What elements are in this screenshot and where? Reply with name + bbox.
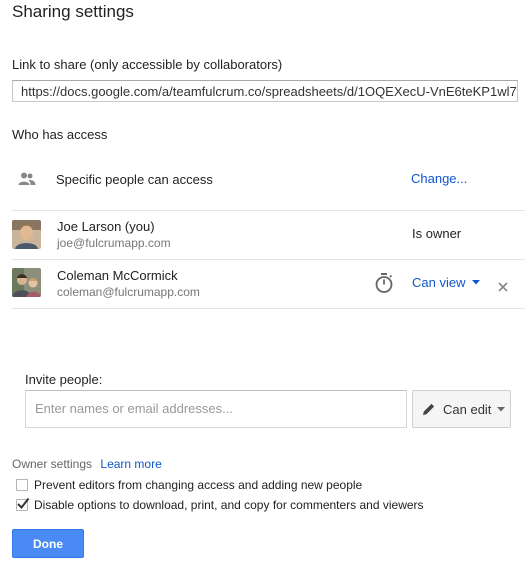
option-label: Disable options to download, print, and … <box>34 498 424 512</box>
checkmark-icon <box>17 497 30 510</box>
role-dropdown-label: Can view <box>412 275 466 290</box>
chevron-down-icon <box>497 406 506 411</box>
divider <box>12 259 525 260</box>
person-name: Coleman McCormick <box>57 268 178 283</box>
chevron-down-icon <box>472 280 481 285</box>
disable-download-option[interactable]: Disable options to download, print, and … <box>16 497 424 512</box>
invite-label: Invite people: <box>25 372 103 387</box>
learn-more-link[interactable]: Learn more <box>100 457 161 471</box>
person-email: coleman@fulcrumapp.com <box>57 285 200 299</box>
prevent-editors-checkbox[interactable] <box>16 479 28 491</box>
change-access-link[interactable]: Change... <box>411 171 467 186</box>
link-label: Link to share (only accessible by collab… <box>12 57 283 72</box>
disable-download-checkbox[interactable] <box>16 497 30 511</box>
owner-role-text: Is owner <box>412 226 462 241</box>
pencil-icon <box>423 403 435 415</box>
option-label: Prevent editors from changing access and… <box>34 478 363 492</box>
person-email: joe@fulcrumapp.com <box>57 236 171 250</box>
dialog-title: Sharing settings <box>12 2 134 21</box>
divider <box>12 210 525 211</box>
prevent-editors-option[interactable]: Prevent editors from changing access and… <box>16 478 362 492</box>
general-access-text: Specific people can access <box>56 172 213 187</box>
avatar <box>12 220 41 249</box>
avatar <box>12 268 41 297</box>
share-link-field[interactable]: https://docs.google.com/a/teamfulcrum.co… <box>12 80 518 102</box>
owner-settings-label: Owner settings <box>12 457 93 471</box>
who-has-access-label: Who has access <box>12 127 108 142</box>
close-icon[interactable] <box>498 279 508 292</box>
invite-permission-button[interactable]: Can edit <box>412 390 511 428</box>
owner-settings-header: Owner settings Learn more <box>12 457 162 471</box>
divider <box>12 308 525 309</box>
invite-input[interactable]: Enter names or email addresses... <box>25 390 407 428</box>
done-button[interactable]: Done <box>12 529 84 558</box>
timer-icon[interactable] <box>374 272 394 294</box>
invite-permission-label: Can edit <box>443 401 492 417</box>
role-dropdown[interactable]: Can view <box>412 275 481 290</box>
people-icon <box>18 171 36 187</box>
person-name: Joe Larson (you) <box>57 219 155 234</box>
